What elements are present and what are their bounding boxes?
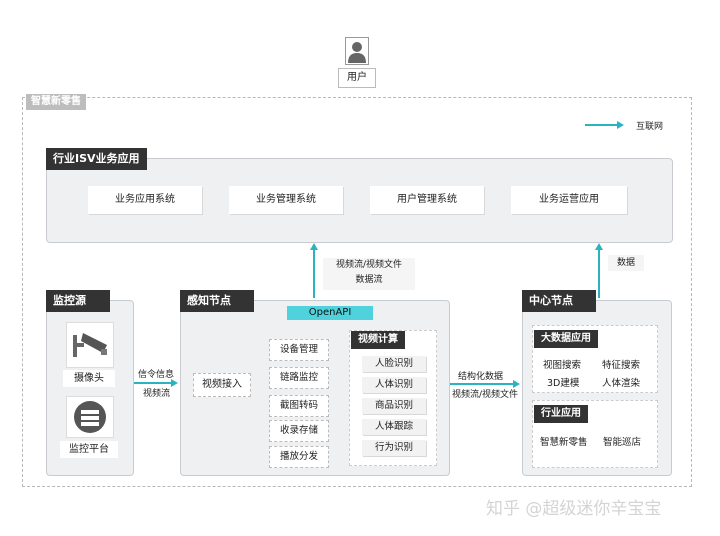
flow-label-monitor-line1: 信令信息 [138, 370, 175, 380]
isv-item-business-app: 业务应用系统 [88, 186, 202, 214]
flow-arrow-monitor [134, 382, 172, 384]
bigdata-3d-modeling: 3D建模 [547, 378, 580, 389]
compute-product-recognition: 商品识别 [362, 398, 426, 414]
flow-label-sensing-up: 视频流/视频文件 数据流 [323, 258, 415, 290]
user-label: 用户 [338, 68, 376, 88]
monitor-title: 监控源 [46, 290, 110, 312]
func-play-distribute: 播放分发 [269, 446, 329, 468]
legend-label: 互联网 [636, 122, 664, 132]
flow-label-monitor-line2: 视频流 [143, 389, 171, 399]
compute-behavior-recognition: 行为识别 [362, 440, 426, 456]
func-record-storage: 收录存储 [269, 420, 329, 442]
isv-item-user-mgmt: 用户管理系统 [370, 186, 484, 214]
camera-label: 摄像头 [63, 370, 115, 387]
func-snapshot-transcode: 截图转码 [269, 395, 329, 417]
compute-body-tracking: 人体跟踪 [362, 419, 426, 435]
flow-arrow-center-up-head [595, 243, 603, 250]
video-compute-title: 视频计算 [351, 331, 405, 349]
bigdata-view-search: 视图搜索 [543, 360, 582, 371]
flow-label-center-up: 数据 [608, 255, 644, 271]
bigdata-feature-search: 特征搜索 [602, 360, 641, 371]
flow-label-sensing-center-line2: 视频流/视频文件 [452, 390, 519, 400]
func-device-mgmt: 设备管理 [269, 339, 329, 361]
flow-arrow-sensing-up [313, 250, 315, 298]
isv-item-business-mgmt: 业务管理系统 [229, 186, 343, 214]
isv-title: 行业ISV业务应用 [46, 148, 147, 170]
flow-arrow-monitor-head [171, 379, 178, 387]
bigdata-title: 大数据应用 [534, 330, 598, 348]
watermark: 知乎 @超级迷你辛宝宝 [486, 499, 662, 519]
video-access: 视频接入 [193, 373, 251, 397]
legend-arrow [585, 124, 619, 126]
center-title: 中心节点 [522, 290, 596, 312]
camera-icon [66, 322, 114, 368]
func-link-monitor: 链路监控 [269, 367, 329, 389]
compute-body-recognition: 人体识别 [362, 377, 426, 393]
flow-arrow-center-up [598, 250, 600, 298]
user-node: 用户 [338, 37, 376, 88]
flow-label-sensing-center-line1: 结构化数据 [458, 372, 504, 382]
bigdata-body-render: 人体渲染 [602, 378, 641, 389]
industry-smart-retail: 智慧新零售 [540, 437, 588, 448]
legend-arrow-head [617, 121, 624, 129]
flow-label-sensing-up-line2: 数据流 [355, 275, 383, 285]
smart-retail-label: 智慧新零售 [26, 94, 86, 110]
compute-face-recognition: 人脸识别 [362, 356, 426, 372]
platform-icon [66, 396, 114, 438]
openapi-bar: OpenAPI [287, 306, 373, 320]
sensing-title: 感知节点 [180, 290, 254, 312]
platform-label: 监控平台 [60, 441, 118, 458]
flow-arrow-sensing-up-head [310, 243, 318, 250]
isv-item-operations: 业务运营应用 [511, 186, 627, 214]
flow-label-sensing-up-line1: 视频流/视频文件 [335, 260, 403, 270]
industry-title: 行业应用 [534, 405, 588, 423]
flow-arrow-sensing-center [450, 383, 514, 385]
user-icon [345, 37, 369, 65]
industry-smart-patrol: 智能巡店 [603, 437, 642, 448]
